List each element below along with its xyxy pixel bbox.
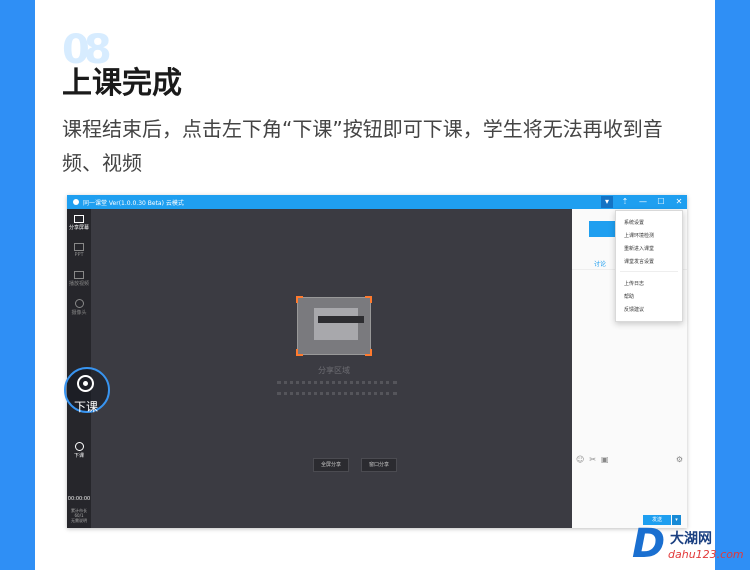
gear-icon[interactable]: ⚙ (676, 455, 683, 464)
menu-item-system-settings[interactable]: 系统设置 (624, 219, 644, 226)
close-icon[interactable]: ✕ (673, 196, 685, 208)
scissors-icon[interactable]: ✂ (589, 455, 596, 464)
section-description: 课程结束后，点击左下角“下课”按钮即可下课，学生将无法再收到音频、视频 (62, 117, 663, 175)
share-area-illustration (296, 296, 372, 356)
site-watermark: D 大湖网 dahu123.com (632, 522, 744, 568)
app-titlebar: 同一课堂 Ver(1.0.0.30 Beta) 云模式 ▾ ⇡ — ☐ ✕ (67, 195, 687, 209)
class-stats: 累计市长 60/1 无需说明 (68, 508, 90, 523)
classroom-app-window: 同一课堂 Ver(1.0.0.30 Beta) 云模式 ▾ ⇡ — ☐ ✕ 分享… (67, 195, 687, 528)
tool-label: 播放视频 (68, 281, 89, 287)
tool-label: PPT (74, 252, 84, 258)
menu-item-help[interactable]: 帮助 (624, 293, 634, 300)
chat-tools: ☺ ✂ ▣ (576, 455, 609, 464)
end-class-icon[interactable] (77, 375, 94, 392)
tool-camera[interactable]: 摄像头 (67, 299, 91, 316)
window-controls: ▾ ⇡ — ☐ ✕ (601, 196, 685, 208)
end-class-icon (74, 442, 84, 451)
app-title: 同一课堂 Ver(1.0.0.30 Beta) 云模式 (83, 199, 184, 207)
section-heading: 上课完成 (62, 66, 182, 101)
share-area-title: 分享区域 (318, 366, 350, 375)
minimize-icon[interactable]: — (637, 196, 649, 208)
maximize-icon[interactable]: ☐ (655, 196, 667, 208)
share-area-hint (277, 381, 397, 395)
video-icon (74, 271, 84, 279)
tab-discussion[interactable]: 讨论 (594, 259, 606, 268)
menu-item-env-check[interactable]: 上课环境检测 (624, 232, 654, 239)
camera-icon (74, 299, 84, 308)
left-decor-band (0, 0, 35, 570)
menu-item-upload-log[interactable]: 上传日志 (624, 280, 644, 287)
tool-video[interactable]: 播放视频 (67, 271, 91, 287)
window-share-button[interactable]: 窗口分享 (361, 458, 398, 472)
tool-ppt[interactable]: PPT (67, 243, 91, 258)
emoji-icon[interactable]: ☺ (576, 455, 584, 464)
menu-divider (620, 271, 678, 272)
tool-screen-share[interactable]: 分享屏幕 (67, 215, 91, 231)
screen-share-icon (74, 215, 84, 223)
share-stage: 分享区域 全屏分享 窗口分享 (91, 209, 572, 528)
class-timer: 00:00:00 (67, 496, 91, 502)
dropdown-menu: 系统设置 上课环境检测 重新进入课堂 课堂发言设置 上传日志 帮助 反馈建议 (615, 210, 683, 322)
image-icon[interactable]: ▣ (601, 455, 609, 464)
right-decor-band (715, 0, 750, 570)
stat-line: 无需说明 (71, 518, 87, 523)
menu-item-speech-settings[interactable]: 课堂发言设置 (624, 258, 654, 265)
menu-item-reenter[interactable]: 重新进入课堂 (624, 245, 654, 252)
tool-label: 分享屏幕 (68, 225, 89, 231)
menu-item-feedback[interactable]: 反馈建议 (624, 306, 644, 313)
ppt-icon (74, 243, 84, 251)
app-logo-icon (73, 199, 79, 205)
tool-label: 摄像头 (71, 310, 87, 316)
watermark-name: 大湖网 (670, 531, 712, 547)
menu-dropdown-icon[interactable]: ▾ (601, 196, 613, 208)
fullscreen-share-button[interactable]: 全屏分享 (313, 458, 350, 472)
watermark-url: dahu123.com (668, 548, 744, 561)
watermark-logo: D (632, 521, 666, 567)
end-class-label[interactable]: 下课 (74, 398, 98, 415)
tool-label: 下课 (73, 453, 84, 459)
pin-icon[interactable]: ⇡ (619, 196, 631, 208)
tool-end-class[interactable]: 下课 (67, 442, 91, 459)
